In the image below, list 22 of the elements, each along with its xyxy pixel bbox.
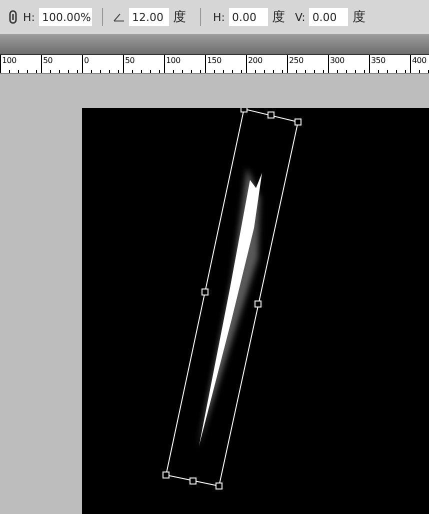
number-field[interactable]: 12.00: [128, 8, 169, 26]
unit-label: 度: [352, 9, 366, 26]
number-field[interactable]: 0.00: [309, 8, 348, 26]
transform-handle[interactable]: [216, 482, 222, 490]
unit-label: 度: [172, 9, 186, 26]
ruler-label: 400: [410, 55, 429, 73]
transform-handle[interactable]: [268, 112, 274, 118]
transform-handle[interactable]: [254, 300, 262, 308]
transform-handle[interactable]: [190, 478, 196, 484]
transform-box[interactable]: [165, 108, 299, 487]
number-field[interactable]: 0.00: [228, 8, 268, 26]
transform-handle[interactable]: [240, 108, 248, 112]
transform-handle[interactable]: [294, 118, 302, 126]
field-label: V:: [294, 10, 306, 24]
transform-handle[interactable]: [162, 472, 170, 478]
transform-handle[interactable]: [202, 288, 208, 296]
field-label: H:: [212, 10, 225, 24]
number-field[interactable]: 100.00%: [38, 8, 92, 26]
link-icon[interactable]: [9, 10, 17, 24]
field-label: H:: [23, 10, 35, 24]
unit-label: 度: [272, 9, 285, 26]
angle-icon: [112, 12, 125, 22]
